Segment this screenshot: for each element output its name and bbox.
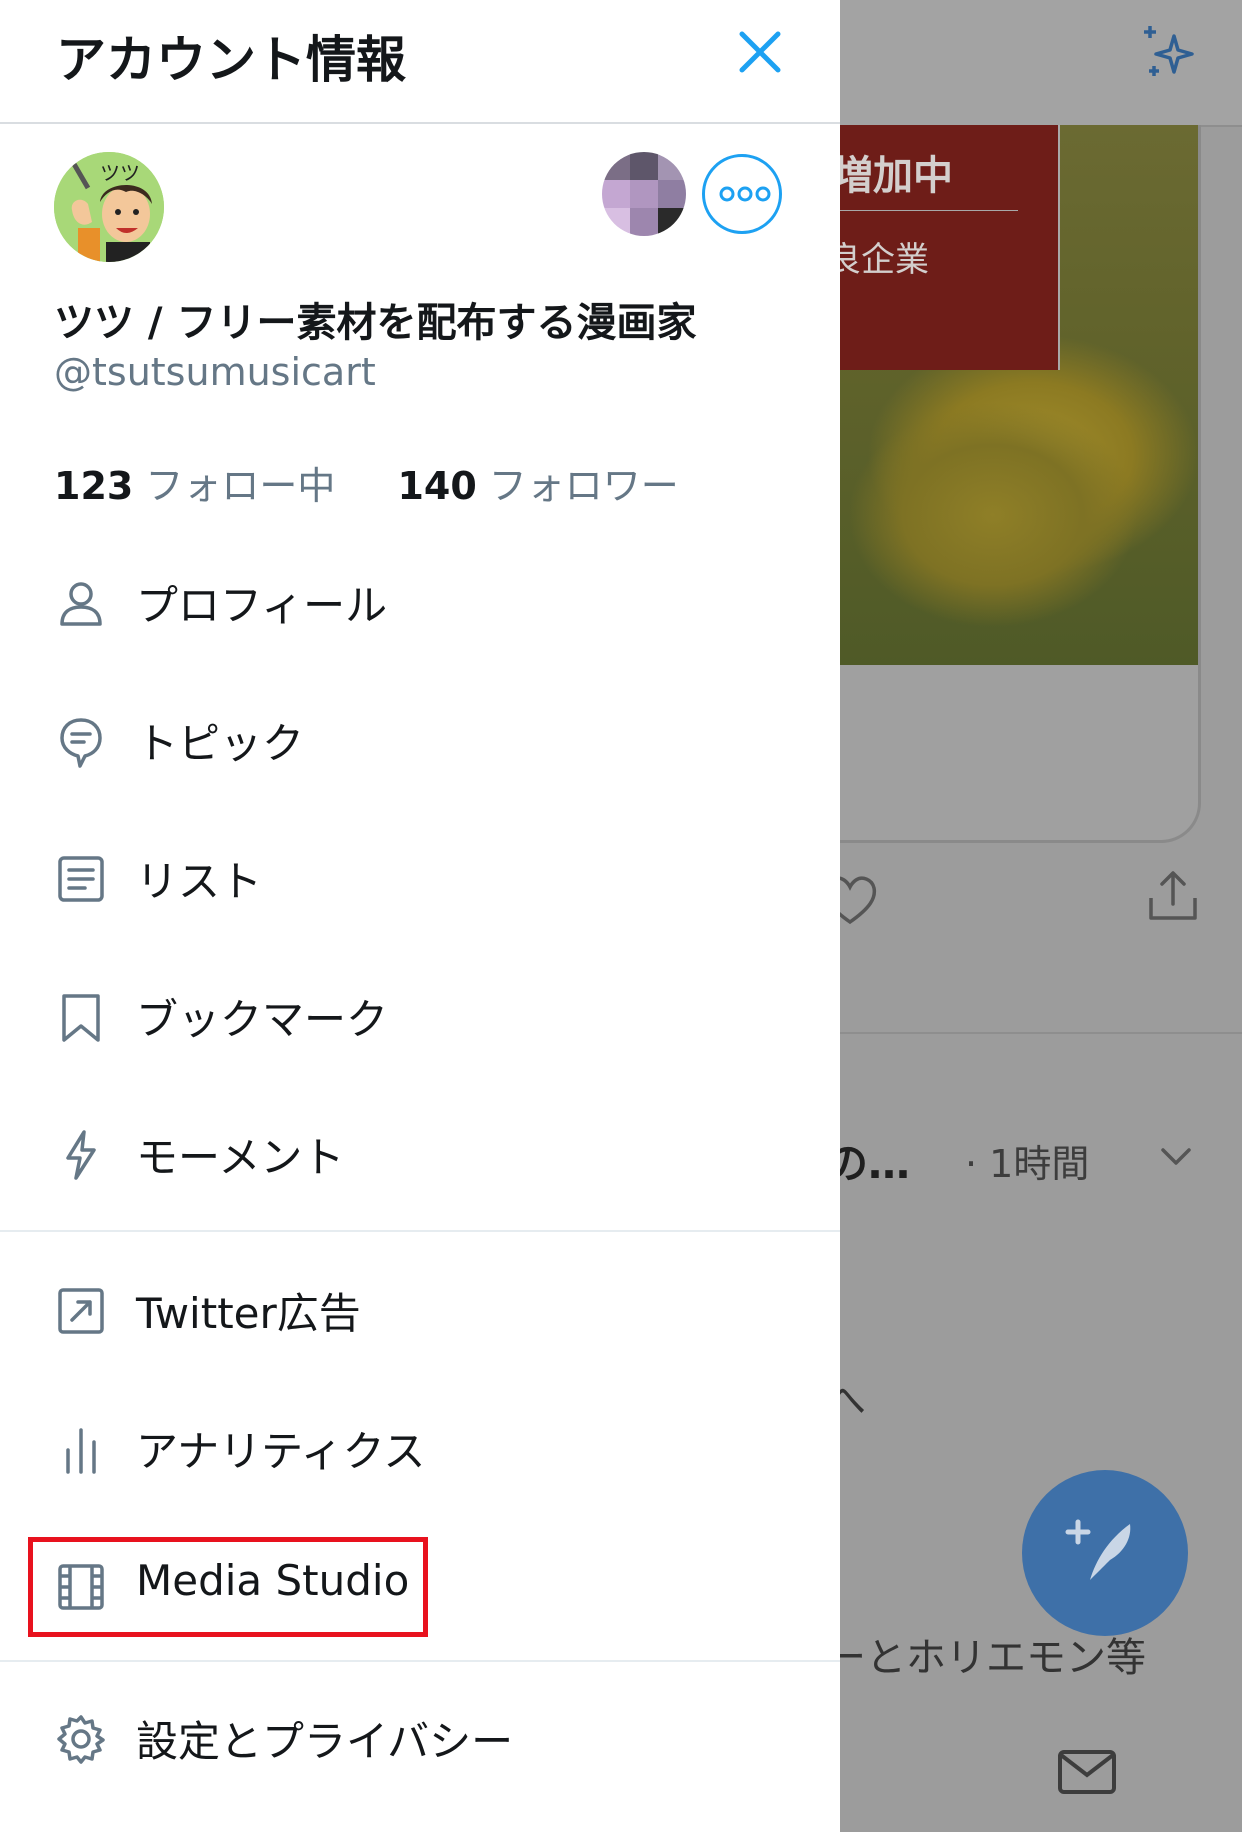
menu-item-profile[interactable]: プロフィール (0, 550, 840, 650)
menu-item-label: リスト (136, 857, 263, 906)
alt-account-image (602, 152, 686, 236)
menu-item-bookmarks[interactable]: ブックマーク (0, 964, 840, 1064)
share-icon[interactable] (1145, 868, 1201, 924)
compose-feather-icon (1065, 1519, 1131, 1580)
menu-item-moments[interactable]: モーメント (0, 1102, 840, 1202)
chevron-down-icon[interactable] (1155, 1135, 1197, 1177)
menu-item-label: Twitter広告 (136, 1289, 361, 1338)
svg-text:ツツ: ツツ (100, 161, 140, 185)
more-accounts-button[interactable] (702, 154, 782, 234)
avatar[interactable]: ツツ (54, 152, 164, 262)
external-link-icon (58, 1288, 104, 1334)
followers-label: フォロワー (488, 464, 679, 508)
follow-stats: 123 フォロー中 140 フォロワー (54, 455, 729, 510)
menu-item-label: 設定とプライバシー (136, 1717, 514, 1766)
menu-divider (0, 1660, 840, 1662)
more-dots-icon (719, 186, 771, 202)
followers-count: 140 (397, 464, 477, 508)
topic-icon (60, 718, 102, 768)
account-drawer: アカウント情報 ツツ ツツ / フリー素材を配布する漫画家 @tsutsumus… (0, 0, 840, 1832)
avatar-illustration: ツツ (54, 152, 164, 262)
menu-item-settings[interactable]: 設定とプライバシー (0, 1686, 840, 1786)
menu-item-label: プロフィール (136, 581, 388, 630)
highlight-box (28, 1537, 428, 1637)
tweet-time: · 1時間 (965, 1142, 1090, 1186)
feed-divider (780, 1032, 1242, 1034)
menu-item-topics[interactable]: トピック (0, 688, 840, 788)
secondary-account-avatar[interactable] (602, 152, 686, 236)
bar-chart-icon (66, 1428, 96, 1474)
gear-icon (57, 1715, 105, 1764)
menu-item-label: モーメント (136, 1133, 345, 1182)
feed-card[interactable]: が増加中 優良企業 人 (780, 125, 1201, 843)
following-link[interactable]: 123 フォロー中 (54, 455, 335, 510)
followers-link[interactable]: 140 フォロワー (397, 455, 678, 510)
display-name: ツツ / フリー素材を配布する漫画家 (54, 300, 697, 346)
menu-item-analytics[interactable]: アナリティクス (0, 1396, 840, 1496)
menu-item-label: ブックマーク (136, 995, 389, 1044)
drawer-header: アカウント情報 (0, 0, 840, 124)
menu-item-label: アナリティクス (136, 1427, 426, 1476)
following-count: 123 (54, 464, 134, 508)
menu-divider (0, 1230, 840, 1232)
list-icon (58, 856, 104, 902)
close-icon[interactable] (730, 22, 790, 82)
drawer-title: アカウント情報 (56, 31, 406, 89)
menu-item-lists[interactable]: リスト (0, 826, 840, 926)
lightning-icon (66, 1130, 96, 1180)
menu-item-twitter-ads[interactable]: Twitter広告 (0, 1258, 840, 1358)
compose-tweet-button[interactable] (1022, 1470, 1188, 1636)
menu-item-label: トピック (136, 719, 305, 768)
person-icon (60, 582, 102, 626)
mail-icon[interactable] (1055, 1740, 1119, 1804)
user-handle: @tsutsumusicart (54, 350, 376, 394)
card-photo: が増加中 優良企業 (783, 125, 1198, 665)
bookmark-icon (62, 994, 100, 1042)
following-label: フォロー中 (145, 464, 336, 508)
sparkle-icon (1144, 26, 1194, 76)
